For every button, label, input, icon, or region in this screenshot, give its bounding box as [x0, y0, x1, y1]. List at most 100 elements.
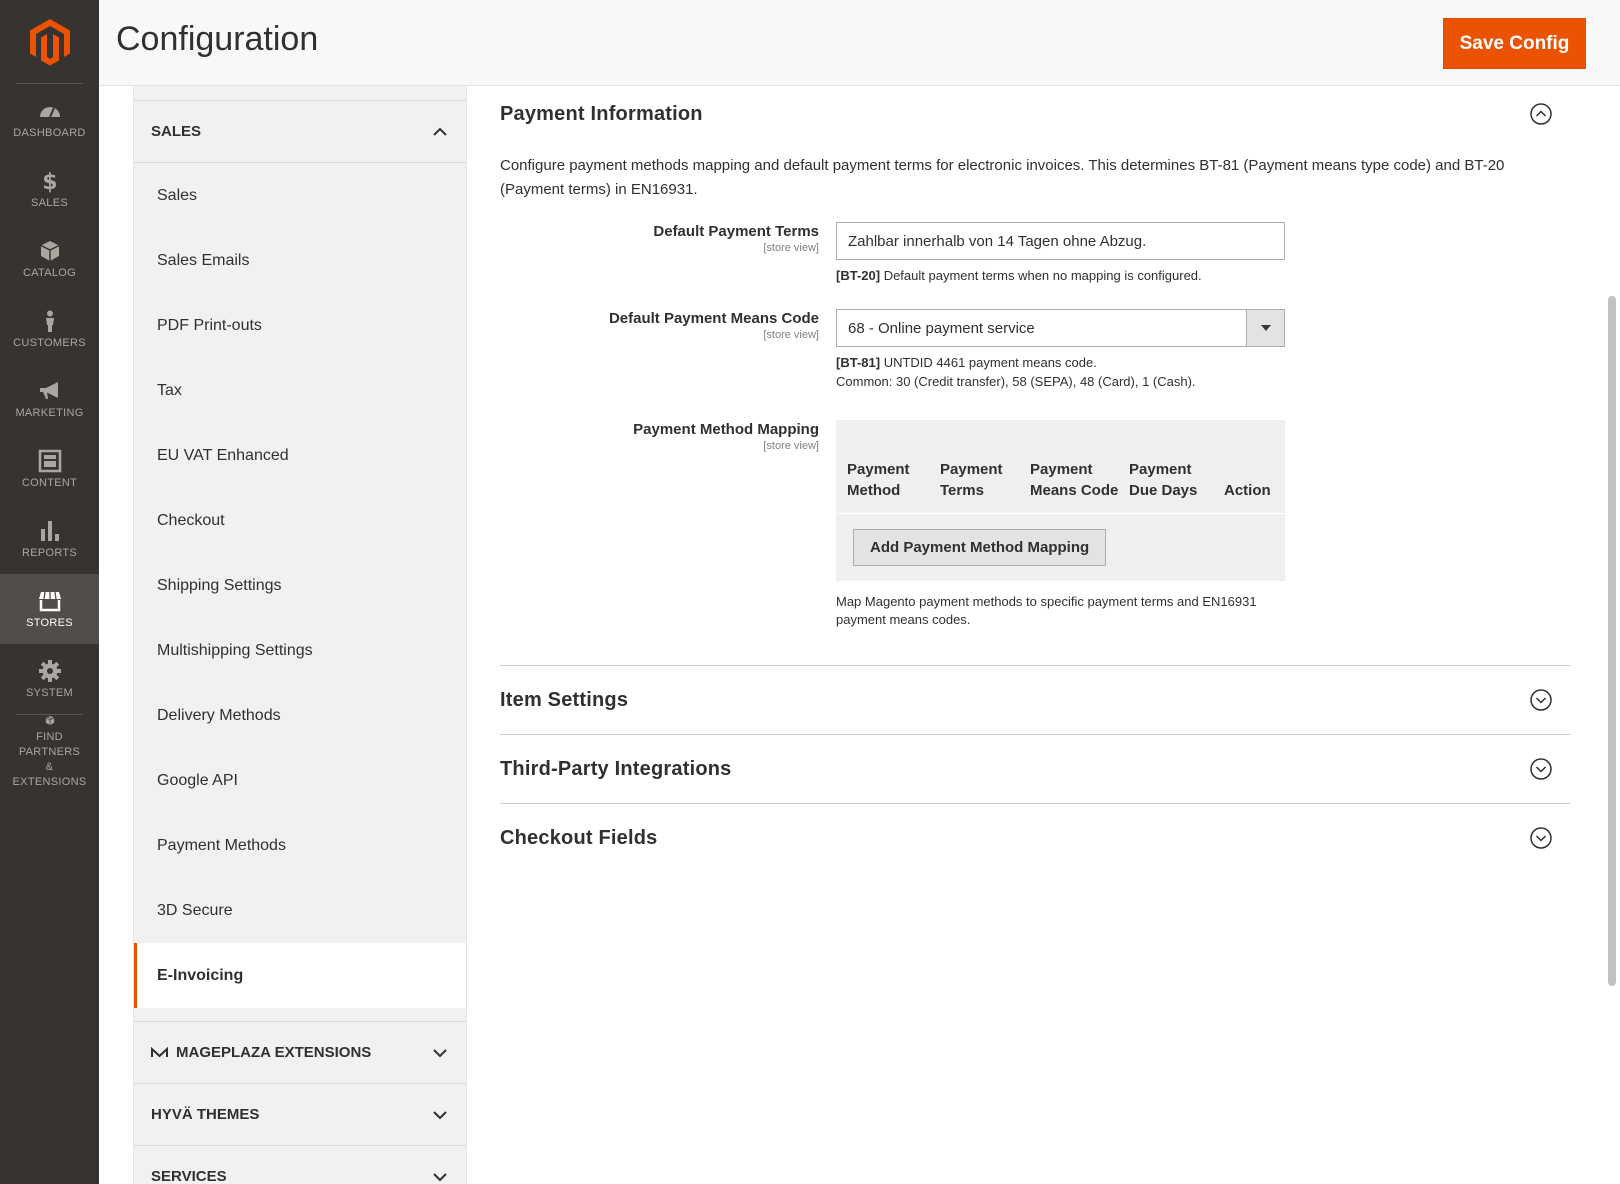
page-scrollbar[interactable]: [1608, 296, 1616, 986]
collapse-circle-icon: [1530, 103, 1552, 125]
col-payment-terms: Payment Terms: [940, 461, 1003, 499]
bt81-text: UNTDID 4461 payment means code.: [883, 355, 1097, 370]
page-header: Configuration Save Config: [99, 0, 1620, 86]
gear-icon: [38, 660, 61, 682]
nav-system[interactable]: SYSTEM: [0, 644, 99, 714]
tab-group-hyva[interactable]: HYVÄ THEMES: [134, 1084, 466, 1146]
chevron-down-icon: [433, 1110, 447, 1119]
nav-sales-label: SALES: [31, 197, 68, 209]
nav-marketing-label: MARKETING: [15, 407, 84, 419]
nav-customers[interactable]: CUSTOMERS: [0, 294, 99, 364]
tab-group-services[interactable]: SERVICES: [134, 1146, 466, 1184]
tab-payment-methods[interactable]: Payment Methods: [134, 813, 466, 878]
bt81-code: [BT-81]: [836, 355, 881, 370]
payment-information-description: Configure payment methods mapping and de…: [500, 157, 1505, 198]
col-payment-due-days: Payment Due Days: [1129, 461, 1198, 499]
nav-stores-label: STORES: [26, 617, 73, 629]
default-payment-means-control: 68 - Online payment service [BT-81] UNTD…: [836, 309, 1285, 391]
item-settings-section[interactable]: Item Settings: [500, 665, 1570, 734]
payment-method-mapping-label-wrap: Payment Method Mapping [store view]: [500, 420, 836, 629]
dashboard-icon: [39, 107, 60, 118]
col-payment-means-code: Payment Means Code: [1030, 461, 1119, 499]
nav-reports-label: REPORTS: [21, 547, 78, 559]
payment-method-mapping-control: Payment Method Payment Terms Payment Mea…: [836, 420, 1285, 629]
payment-method-mapping-table: Payment Method Payment Terms Payment Mea…: [836, 420, 1285, 581]
config-main: Payment Information Configure payment me…: [500, 86, 1570, 872]
bar-chart-icon: [40, 521, 59, 541]
tab-e-invoicing[interactable]: E-Invoicing: [134, 943, 466, 1008]
save-config-button[interactable]: Save Config: [1443, 18, 1586, 69]
payment-information-title: Payment Information: [500, 102, 703, 125]
dropdown-arrow: [1246, 310, 1284, 346]
bt20-code: [BT-20]: [836, 268, 881, 283]
store-icon: [38, 591, 61, 612]
tab-3d-secure[interactable]: 3D Secure: [134, 878, 466, 943]
default-payment-means-select[interactable]: 68 - Online payment service: [836, 309, 1285, 347]
magento-logo-icon: [29, 18, 70, 65]
payment-information-header[interactable]: Payment Information: [500, 86, 1570, 142]
tab-multishipping-settings[interactable]: Multishipping Settings: [134, 618, 466, 683]
payment-method-mapping-note: Map Magento payment methods to specific …: [836, 594, 1257, 627]
admin-menu: DASHBOARD $ SALES CATALOG CUSTOMERS MARK…: [0, 0, 99, 1184]
nav-catalog[interactable]: CATALOG: [0, 224, 99, 294]
payment-method-mapping-scope: [store view]: [763, 440, 819, 452]
bt20-text: Default payment terms when no mapping is…: [883, 268, 1202, 283]
tab-group-mageplaza[interactable]: MAGEPLAZA EXTENSIONS: [134, 1022, 466, 1084]
tab-group-mageplaza-wrap: MAGEPLAZA EXTENSIONS: [151, 1044, 371, 1061]
nav-find-partners[interactable]: FIND PARTNERS & EXTENSIONS: [13, 714, 86, 790]
nav-content[interactable]: CONTENT: [0, 434, 99, 504]
chevron-down-icon: [433, 1172, 447, 1181]
default-payment-means-value: 68 - Online payment service: [848, 319, 1035, 337]
nav-stores[interactable]: STORES: [0, 574, 99, 644]
tab-checkout[interactable]: Checkout: [134, 488, 466, 553]
expand-circle-icon: [1530, 758, 1552, 780]
nav-system-label: SYSTEM: [25, 687, 74, 699]
nav-content-label: CONTENT: [21, 477, 78, 489]
tab-tax[interactable]: Tax: [134, 358, 466, 423]
default-payment-means-note: [BT-81] UNTDID 4461 payment means code. C…: [836, 353, 1285, 391]
nav-sales[interactable]: $ SALES: [0, 154, 99, 224]
tab-shipping-settings[interactable]: Shipping Settings: [134, 553, 466, 618]
default-payment-means-label-wrap: Default Payment Means Code [store view]: [500, 309, 836, 391]
tab-google-api[interactable]: Google API: [134, 748, 466, 813]
magento-logo[interactable]: [16, 0, 83, 84]
tab-group-mageplaza-label: MAGEPLAZA EXTENSIONS: [176, 1044, 372, 1061]
mapping-table-footer: Add Payment Method Mapping: [836, 514, 1285, 581]
layout-icon: [38, 449, 61, 473]
tab-delivery-methods[interactable]: Delivery Methods: [134, 683, 466, 748]
nav-customers-label: CUSTOMERS: [13, 337, 86, 349]
nav-marketing[interactable]: MARKETING: [0, 364, 99, 434]
default-payment-terms-label: Default Payment Terms: [653, 223, 819, 240]
nav-dashboard[interactable]: DASHBOARD: [0, 84, 99, 154]
default-payment-terms-note: [BT-20] Default payment terms when no ma…: [836, 266, 1285, 285]
tab-eu-vat-enhanced[interactable]: EU VAT Enhanced: [134, 423, 466, 488]
default-payment-terms-input[interactable]: Zahlbar innerhalb von 14 Tagen ohne Abzu…: [836, 222, 1285, 260]
nav-reports[interactable]: REPORTS: [0, 504, 99, 574]
add-payment-method-mapping-button[interactable]: Add Payment Method Mapping: [853, 529, 1107, 566]
item-settings-title: Item Settings: [500, 688, 629, 711]
tabs-top-divider: [134, 86, 466, 101]
default-payment-terms-row: Default Payment Terms [store view] Zahlb…: [500, 222, 1570, 285]
tab-pdf-printouts[interactable]: PDF Print-outs: [134, 293, 466, 358]
col-payment-method: Payment Method: [847, 461, 910, 499]
sales-tab-list: Sales Sales Emails PDF Print-outs Tax EU…: [134, 163, 466, 1008]
checkout-fields-section[interactable]: Checkout Fields: [500, 803, 1570, 872]
person-icon: [45, 310, 54, 332]
default-payment-means-label: Default Payment Means Code: [608, 310, 819, 327]
tab-group-hyva-label: HYVÄ THEMES: [151, 1106, 260, 1123]
tab-group-sales[interactable]: SALES: [134, 101, 466, 163]
tab-sales-emails[interactable]: Sales Emails: [134, 228, 466, 293]
expand-circle-icon: [1530, 827, 1552, 849]
default-payment-terms-label-wrap: Default Payment Terms [store view]: [500, 222, 836, 285]
default-payment-terms-scope: [store view]: [763, 242, 819, 254]
payment-information-section: Payment Information Configure payment me…: [500, 86, 1570, 629]
tab-sales[interactable]: Sales: [134, 163, 466, 228]
checkout-fields-title: Checkout Fields: [500, 826, 658, 849]
third-party-integrations-section[interactable]: Third-Party Integrations: [500, 734, 1570, 803]
chevron-up-icon: [433, 127, 447, 136]
mapping-table-header: Payment Method Payment Terms Payment Mea…: [836, 420, 1285, 514]
tab-group-sales-label: SALES: [151, 123, 202, 140]
box-icon: [40, 241, 59, 261]
nav-catalog-label: CATALOG: [22, 267, 77, 279]
